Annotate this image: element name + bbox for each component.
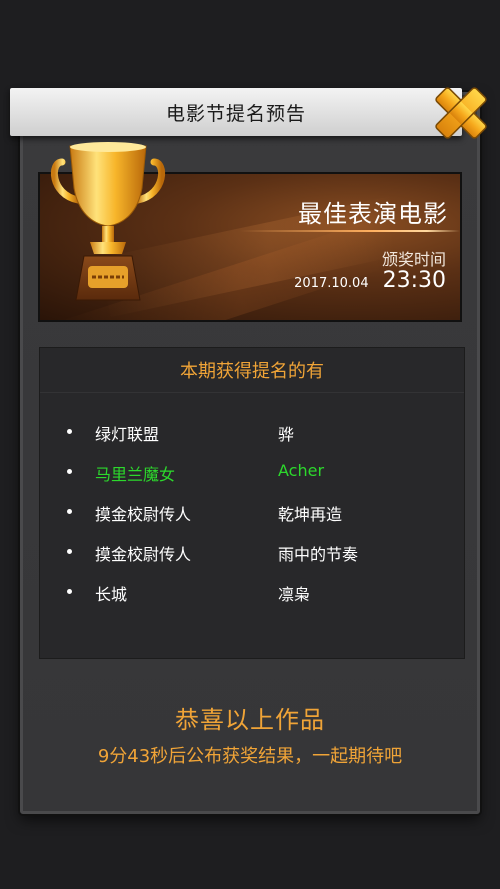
bullet-icon xyxy=(67,589,72,594)
modal-title: 电影节提名预告 xyxy=(165,102,306,125)
award-time-label: 颁奖时间 xyxy=(381,250,446,269)
nominated-work: 绿灯联盟 xyxy=(95,425,160,444)
nominee-name: 雨中的节奏 xyxy=(278,545,359,564)
countdown-text: 9分43秒后公布获奖结果，一起期待吧 xyxy=(97,746,403,767)
nominated-work: 摸金校尉传人 xyxy=(95,545,192,564)
nominee-name: 骅 xyxy=(278,425,295,444)
nomination-item: 摸金校尉传人 雨中的节奏 xyxy=(40,538,464,578)
nomination-list: 绿灯联盟 骅 马里兰魔女 Acher 摸金校尉传人 乾坤再造 摸金校尉传人 雨中… xyxy=(40,418,464,618)
award-time: 23:30 xyxy=(382,268,446,293)
close-button[interactable] xyxy=(430,82,492,144)
award-name: 最佳表演电影 xyxy=(298,200,448,228)
bullet-icon xyxy=(67,549,72,554)
nominations-panel: 本期获得提名的有 绿灯联盟 骅 马里兰魔女 Acher 摸金校尉传人 乾坤再造 … xyxy=(39,347,465,659)
nominated-work: 摸金校尉传人 xyxy=(95,505,192,524)
nominated-work: 马里兰魔女 xyxy=(95,465,176,484)
award-date: 2017.10.04 xyxy=(294,276,369,291)
bullet-icon xyxy=(67,469,72,474)
bullet-icon xyxy=(67,429,72,434)
nomination-item: 长城 凛枭 xyxy=(40,578,464,618)
modal-title-bar: 电影节提名预告 xyxy=(10,88,462,136)
gold-trophy-icon xyxy=(51,142,165,301)
award-time-row: 2017.10.04 23:30 xyxy=(294,268,446,293)
award-divider xyxy=(240,230,460,232)
close-x-icon xyxy=(435,87,487,139)
nominee-name: 乾坤再造 xyxy=(278,505,343,524)
nomination-item: 马里兰魔女 Acher xyxy=(40,458,464,498)
nominee-name: 凛枭 xyxy=(278,585,311,604)
congrats-text: 恭喜以上作品 xyxy=(175,706,325,734)
nomination-item: 绿灯联盟 骅 xyxy=(40,418,464,458)
nominations-heading: 本期获得提名的有 xyxy=(180,361,324,382)
nominee-name: Acher xyxy=(278,461,325,480)
panel-divider xyxy=(40,392,464,393)
bullet-icon xyxy=(67,509,72,514)
nominated-work: 长城 xyxy=(95,585,128,604)
nomination-item: 摸金校尉传人 乾坤再造 xyxy=(40,498,464,538)
